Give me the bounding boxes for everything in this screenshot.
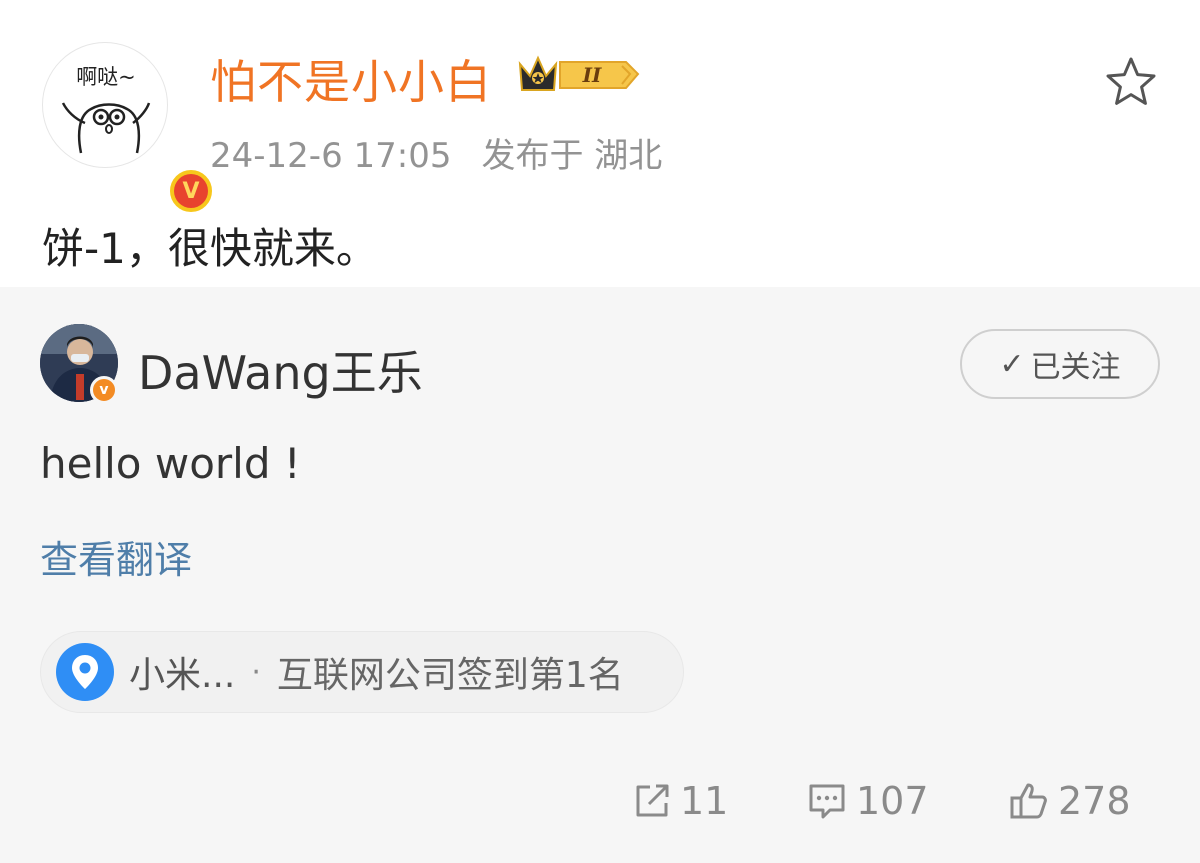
checkin-place: 小米... (129, 655, 236, 696)
checkin-separator: · (251, 654, 261, 690)
comment-count: 107 (856, 779, 929, 823)
author-avatar[interactable]: 啊哒~ V (42, 42, 215, 215)
checkin-location-chip[interactable]: 小米... · 互联网公司签到第1名 (40, 631, 684, 713)
share-icon (636, 784, 669, 817)
reposter-username[interactable]: DaWang王乐 (138, 337, 423, 403)
reposted-content[interactable]: v DaWang王乐 ✓ 已关注 hello world ! 查看翻译 小米..… (0, 287, 1200, 863)
crown-icon[interactable]: II (516, 50, 642, 96)
avatar-ghost-drawing (61, 102, 151, 154)
comment-count-button[interactable]: 107 (806, 773, 929, 829)
post-meta: 24-12-6 17:05 发布于 湖北 (210, 128, 662, 177)
post-location: 发布于 湖北 (481, 136, 663, 176)
checkin-rank: 互联网公司签到第1名 (276, 655, 624, 696)
like-count-button[interactable]: 278 (1008, 773, 1131, 829)
verified-badge: V (167, 167, 215, 215)
comment-icon (809, 784, 845, 819)
location-pin-icon (55, 642, 115, 702)
post-timestamp: 24-12-6 17:05 (210, 136, 452, 176)
like-count: 278 (1058, 779, 1131, 823)
post-text: 饼-1，很快就来。 (42, 224, 378, 273)
member-level-text: II (582, 63, 602, 87)
check-icon: ✓ (999, 346, 1025, 382)
verified-badge-small: v (90, 376, 118, 404)
view-translation-link[interactable]: 查看翻译 (40, 529, 192, 584)
repost-count: 11 (680, 779, 729, 823)
following-button[interactable]: ✓ 已关注 (960, 329, 1160, 399)
post-header: 啊哒~ V 怕不是小小白 II 24-12-6 17:05 发布于 湖北 饼-1，… (0, 0, 1200, 287)
star-icon[interactable] (1104, 55, 1158, 109)
following-label: 已关注 (1030, 350, 1121, 385)
author-username[interactable]: 怕不是小小白 (210, 46, 492, 112)
repost-text: hello world ! (40, 439, 301, 488)
thumbs-up-icon (1010, 783, 1047, 819)
repost-count-button[interactable]: 11 (632, 773, 728, 829)
